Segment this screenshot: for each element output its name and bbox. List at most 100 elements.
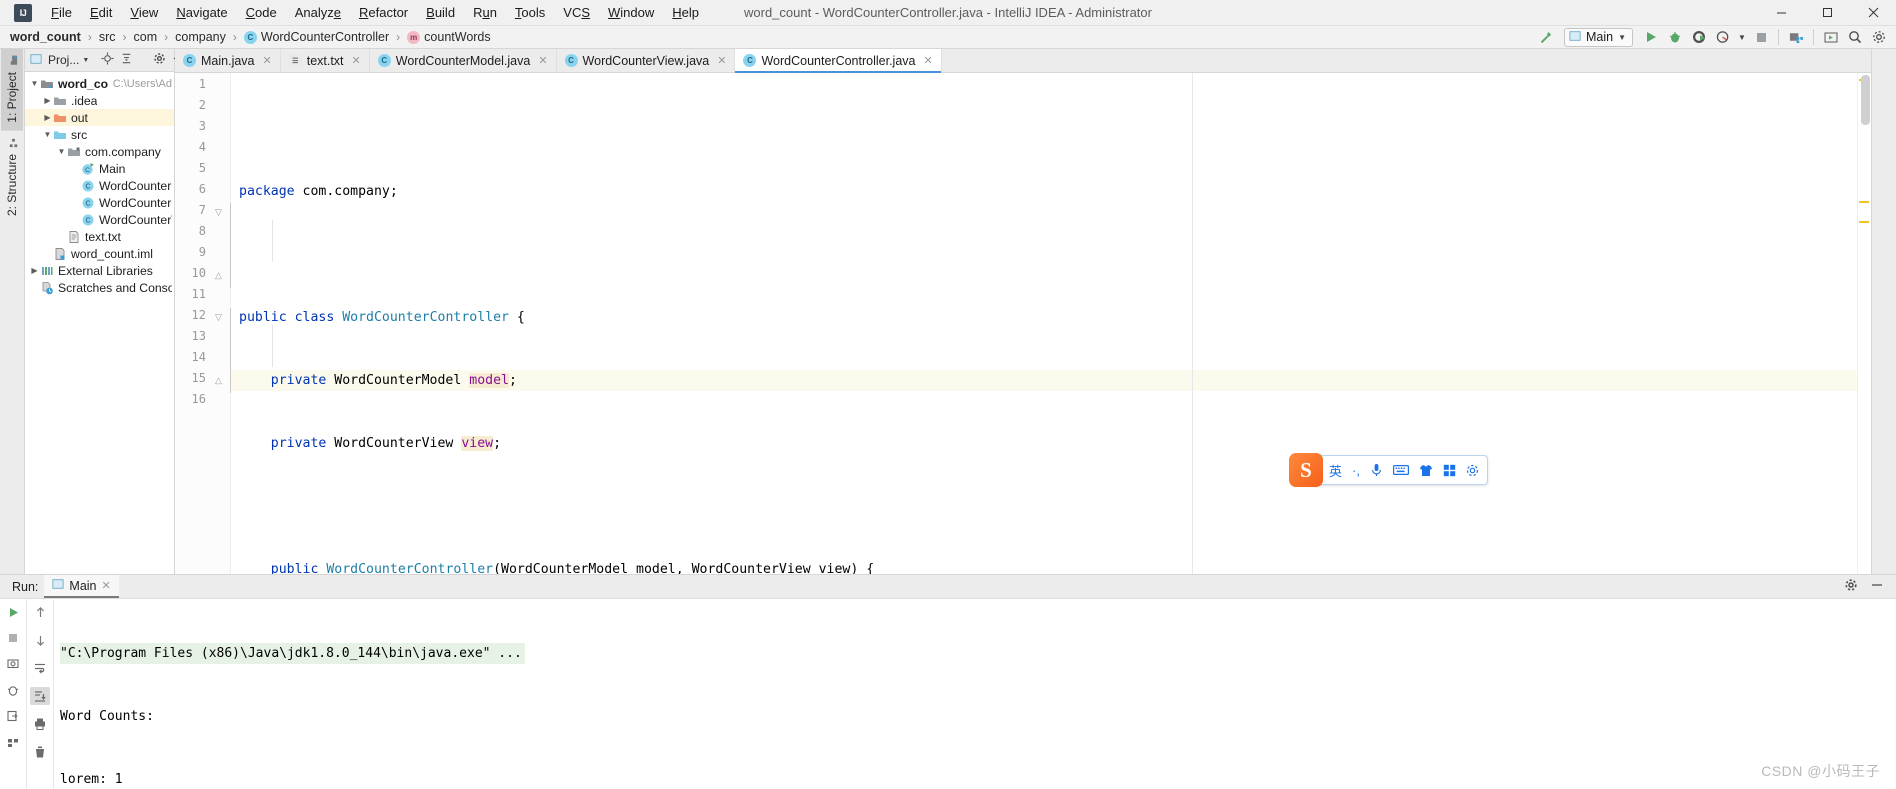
- menu-code[interactable]: Code: [237, 2, 286, 23]
- menu-navigate[interactable]: Navigate: [167, 2, 236, 23]
- tab-wordcountercontroller-java[interactable]: C WordCounterController.java ✕: [735, 49, 942, 73]
- run-with-coverage-icon[interactable]: [1688, 27, 1710, 48]
- tree-item-text-txt[interactable]: text.txt: [25, 228, 174, 245]
- scroll-to-end-icon[interactable]: [30, 687, 50, 705]
- menu-window[interactable]: Window: [599, 2, 663, 23]
- print-icon[interactable]: [30, 715, 50, 733]
- tree-item-out[interactable]: ▶ out: [25, 109, 174, 126]
- editor-scrollbar-thumb[interactable]: [1861, 75, 1870, 125]
- project-panel-title[interactable]: Proj...: [48, 53, 79, 67]
- scroll-down-icon[interactable]: [30, 631, 50, 649]
- gear-icon[interactable]: [1844, 578, 1858, 595]
- search-everywhere-icon[interactable]: [1844, 27, 1866, 48]
- english-mode-toggle[interactable]: 英: [1329, 461, 1342, 480]
- run-tab-main[interactable]: Main ✕: [44, 575, 119, 598]
- console-output[interactable]: "C:\Program Files (x86)\Java\jdk1.8.0_14…: [54, 599, 1896, 789]
- menu-analyze[interactable]: Analyze: [286, 2, 350, 23]
- chevron-right-icon[interactable]: ▶: [29, 266, 40, 275]
- menu-help[interactable]: Help: [663, 2, 708, 23]
- tree-item-external-libraries[interactable]: ▶ External Libraries: [25, 262, 174, 279]
- clear-all-icon[interactable]: [30, 743, 50, 761]
- skin-icon[interactable]: [1419, 464, 1433, 477]
- update-project-icon[interactable]: [1785, 27, 1807, 48]
- editor-marker-bar[interactable]: [1857, 73, 1871, 574]
- tab-main-java[interactable]: C Main.java ✕: [175, 49, 281, 72]
- tree-item-wordcountermodel[interactable]: C WordCounterM: [25, 194, 174, 211]
- dump-threads-icon[interactable]: [3, 655, 23, 673]
- close-icon[interactable]: ✕: [538, 54, 547, 67]
- chevron-right-icon[interactable]: ▶: [42, 96, 53, 105]
- tree-item-src[interactable]: ▼ src: [25, 126, 174, 143]
- menu-file[interactable]: File: [42, 2, 81, 23]
- scroll-up-icon[interactable]: [30, 603, 50, 621]
- fold-region-icon[interactable]: △: [213, 375, 224, 386]
- hide-icon[interactable]: [1870, 578, 1884, 595]
- punctuation-toggle[interactable]: ·,: [1352, 463, 1360, 478]
- stop-icon[interactable]: [1750, 27, 1772, 48]
- maximize-button[interactable]: [1804, 0, 1850, 26]
- close-icon[interactable]: ✕: [352, 54, 361, 67]
- warning-marker[interactable]: [1859, 201, 1869, 203]
- chevron-down-icon[interactable]: ▼: [82, 57, 89, 64]
- hammer-icon[interactable]: [1535, 27, 1557, 48]
- sogou-logo-icon[interactable]: S: [1289, 453, 1323, 487]
- chevron-right-icon[interactable]: ▶: [42, 113, 53, 122]
- warning-marker[interactable]: [1859, 221, 1869, 223]
- fold-region-icon[interactable]: ▽: [213, 312, 224, 323]
- run-icon[interactable]: [1640, 27, 1662, 48]
- menu-run[interactable]: Run: [464, 2, 506, 23]
- soft-keyboard-icon[interactable]: [1392, 464, 1409, 476]
- breadcrumb-company[interactable]: company: [173, 30, 228, 44]
- minimize-button[interactable]: [1758, 0, 1804, 26]
- menu-build[interactable]: Build: [417, 2, 464, 23]
- breadcrumb-src[interactable]: src: [97, 30, 118, 44]
- close-icon[interactable]: ✕: [923, 54, 932, 67]
- menu-vcs[interactable]: VCS: [554, 2, 599, 23]
- sidebar-item-structure[interactable]: 2: Structure: [1, 131, 23, 224]
- tree-item-com-company[interactable]: ▼ com.company: [25, 143, 174, 160]
- settings-icon[interactable]: [1868, 27, 1890, 48]
- voice-input-icon[interactable]: [1370, 463, 1383, 477]
- tab-text-txt[interactable]: ☰ text.txt ✕: [281, 49, 370, 72]
- tree-item-main[interactable]: C Main: [25, 160, 174, 177]
- breadcrumb-class[interactable]: C WordCounterController: [242, 30, 391, 44]
- tab-wordcountermodel-java[interactable]: C WordCounterModel.java ✕: [370, 49, 557, 72]
- fold-region-icon[interactable]: △: [213, 270, 224, 281]
- menu-view[interactable]: View: [121, 2, 167, 23]
- rerun-icon[interactable]: [3, 603, 23, 621]
- gear-icon[interactable]: [153, 52, 166, 68]
- menu-tools[interactable]: Tools: [506, 2, 554, 23]
- run-anything-icon[interactable]: [1820, 27, 1842, 48]
- breadcrumb-word-count[interactable]: word_count: [8, 30, 83, 44]
- tab-wordcounterview-java[interactable]: C WordCounterView.java ✕: [557, 49, 736, 72]
- print-preview-icon[interactable]: [3, 733, 23, 751]
- restore-layout-icon[interactable]: [3, 681, 23, 699]
- tree-item-scratches-and-consoles[interactable]: Scratches and Consoles: [25, 279, 174, 296]
- breadcrumb-com[interactable]: com: [132, 30, 160, 44]
- close-button[interactable]: [1850, 0, 1896, 26]
- toolbox-icon[interactable]: [1443, 464, 1456, 477]
- chevron-down-icon[interactable]: ▼: [42, 130, 53, 139]
- tree-item-word-count-iml[interactable]: word_count.iml: [25, 245, 174, 262]
- fold-region-icon[interactable]: ▽: [213, 207, 224, 218]
- sogou-ime-toolbar[interactable]: S 英 ·,: [1289, 453, 1488, 487]
- locate-icon[interactable]: [101, 52, 114, 68]
- sidebar-item-project[interactable]: 1: Project: [1, 49, 23, 131]
- export-icon[interactable]: [3, 707, 23, 725]
- close-icon[interactable]: ✕: [717, 54, 726, 67]
- debug-icon[interactable]: [1664, 27, 1686, 48]
- collapse-all-icon[interactable]: [120, 52, 133, 68]
- ime-settings-icon[interactable]: [1466, 464, 1479, 477]
- run-configuration-selector[interactable]: Main ▼: [1563, 27, 1633, 47]
- chevron-down-icon[interactable]: ▼: [29, 79, 40, 88]
- soft-wrap-icon[interactable]: [30, 659, 50, 677]
- tree-item-wordcountercontroller[interactable]: C WordCounterCo: [25, 177, 174, 194]
- menu-edit[interactable]: Edit: [81, 2, 121, 23]
- close-icon[interactable]: ✕: [102, 579, 111, 592]
- tree-item-wordcounterview[interactable]: C WordCounterVi: [25, 211, 174, 228]
- stop-icon[interactable]: [3, 629, 23, 647]
- code-text[interactable]: package com.company; public class WordCo…: [231, 73, 1857, 574]
- code-editor[interactable]: 1 2 3 4 5 6 7 8 9 10 11 12 13 14 15 16 ▽…: [175, 73, 1871, 574]
- chevron-down-icon[interactable]: ▼: [56, 147, 67, 156]
- tree-item-idea[interactable]: ▶ .idea: [25, 92, 174, 109]
